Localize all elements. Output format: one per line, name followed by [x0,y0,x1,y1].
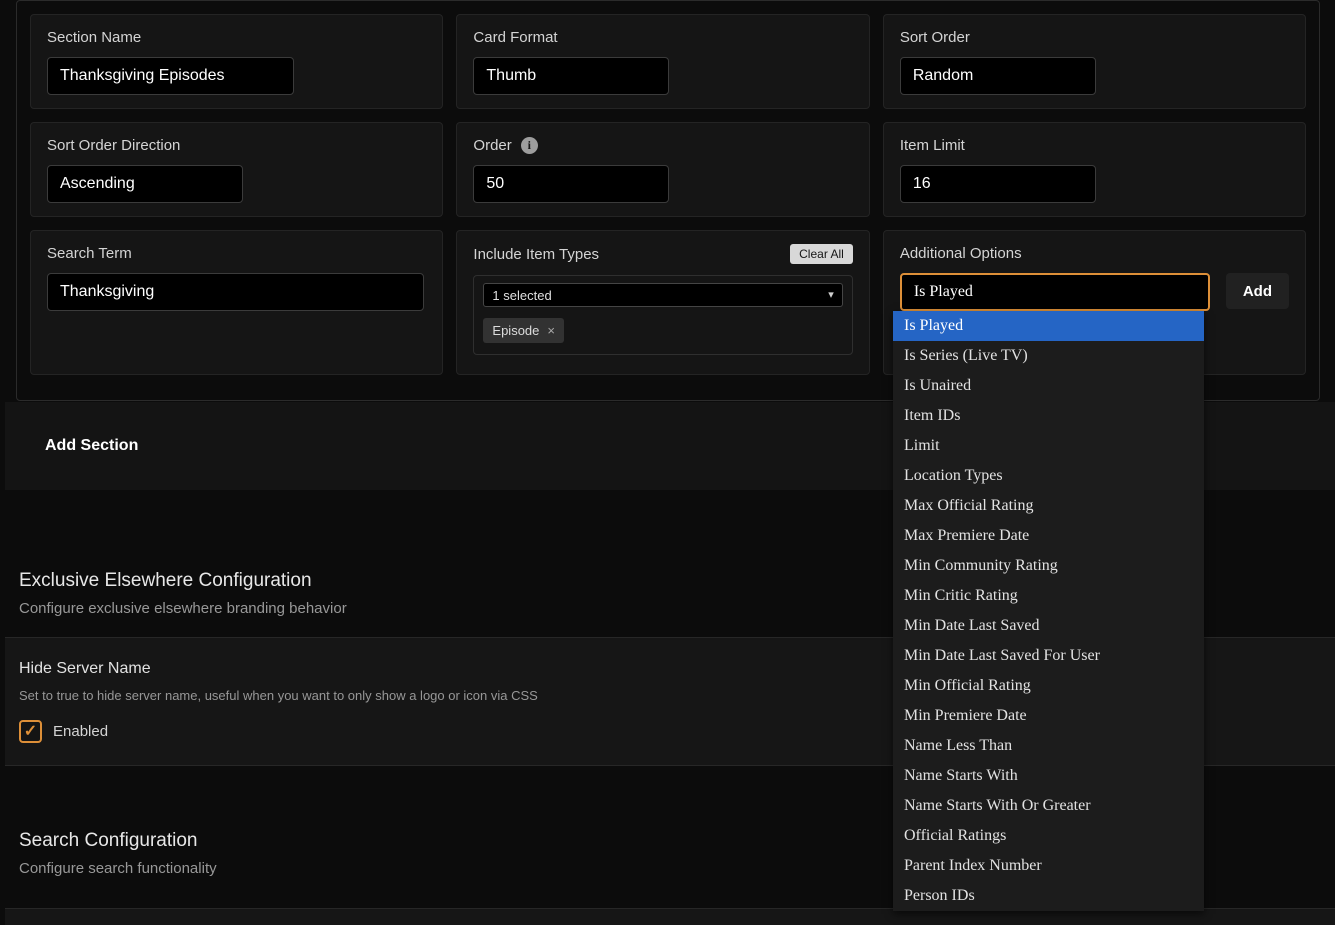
dropdown-option[interactable]: Max Premiere Date [893,521,1204,551]
dropdown-option[interactable]: Min Premiere Date [893,701,1204,731]
search-term-input[interactable] [47,273,424,311]
dropdown-option[interactable]: Official Ratings [893,821,1204,851]
dropdown-option[interactable]: Parent Index Number [893,851,1204,881]
card-format-input[interactable] [473,57,670,95]
sort-order-direction-input[interactable] [47,165,243,203]
dropdown-option[interactable]: Min Critic Rating [893,581,1204,611]
field-card-include-item-types: Include Item Types Clear All 1 selected … [456,230,870,375]
exclusive-elsewhere-subtitle: Configure exclusive elsewhere branding b… [19,600,347,617]
search-configuration-heading: Search Configuration Configure search fu… [19,830,217,877]
sort-order-input[interactable] [899,57,1096,95]
field-card-card-format: Card Format [456,14,870,109]
search-configuration-title: Search Configuration [19,830,198,851]
dropdown-option[interactable]: Is Series (Live TV) [893,341,1204,371]
dropdown-option[interactable]: Location Types [893,461,1204,491]
item-limit-input[interactable] [899,165,1096,203]
sort-order-label: Sort Order [899,29,970,46]
add-section-button[interactable]: Add Section [45,437,138,455]
plugin-settings-page: Section Name Card Format Sort Order Sort… [0,0,1335,925]
enabled-checkbox[interactable]: ✓ [19,720,42,743]
item-type-chip-label: Episode [492,323,540,338]
chevron-down-icon: ▾ [828,288,834,301]
section-name-label: Section Name [47,29,142,46]
field-card-order: Order i [456,122,870,217]
dropdown-option[interactable]: Name Starts With [893,761,1204,791]
chip-remove-icon[interactable]: × [547,324,555,337]
section-name-input[interactable] [47,57,294,95]
clear-all-button[interactable]: Clear All [790,244,853,264]
additional-options-input[interactable] [899,273,1210,311]
item-types-multiselect[interactable]: 1 selected ▾ [483,283,843,307]
field-card-section-name: Section Name [30,14,444,109]
dropdown-option[interactable]: Limit [893,431,1204,461]
field-card-search-term: Search Term [30,230,444,375]
item-types-selected-summary: 1 selected [492,287,552,303]
field-card-item-limit: Item Limit [882,122,1306,217]
item-types-panel: 1 selected ▾ Episode × [473,275,853,355]
exclusive-elsewhere-heading: Exclusive Elsewhere Configuration Config… [19,570,347,617]
info-icon[interactable]: i [520,137,538,154]
order-input[interactable] [473,165,670,203]
dropdown-option[interactable]: Min Official Rating [893,671,1204,701]
dropdown-option[interactable]: Person IDs [893,881,1204,911]
search-configuration-subtitle: Configure search functionality [19,860,217,877]
add-option-button[interactable]: Add [1225,273,1289,309]
field-card-sort-order: Sort Order [882,14,1306,109]
dropdown-option[interactable]: Item IDs [893,401,1204,431]
dropdown-option[interactable]: Is Unaired [893,371,1204,401]
dropdown-option[interactable]: Name Less Than [893,731,1204,761]
dropdown-option[interactable]: Min Community Rating [893,551,1204,581]
dropdown-option[interactable]: Is Played [893,311,1204,341]
sort-order-direction-label: Sort Order Direction [47,137,181,154]
dropdown-option[interactable]: Min Date Last Saved For User [893,641,1204,671]
additional-options-dropdown: Is Played Is Series (Live TV) Is Unaired It… [893,311,1204,911]
include-item-types-label: Include Item Types [473,245,600,263]
enabled-checkbox-label: Enabled [53,723,109,740]
dropdown-option[interactable]: Min Date Last Saved [893,611,1204,641]
item-limit-label: Item Limit [899,137,965,154]
field-card-sort-order-direction: Sort Order Direction [30,122,444,217]
order-label: Order [473,137,512,154]
additional-options-label: Additional Options [899,245,1022,262]
dropdown-option[interactable]: Max Official Rating [893,491,1204,521]
item-type-chip: Episode × [483,318,564,343]
dropdown-option[interactable]: Name Starts With Or Greater [893,791,1204,821]
exclusive-elsewhere-title: Exclusive Elsewhere Configuration [19,570,312,591]
check-icon: ✓ [23,722,38,740]
search-term-label: Search Term [47,245,132,262]
card-format-label: Card Format [473,29,558,46]
